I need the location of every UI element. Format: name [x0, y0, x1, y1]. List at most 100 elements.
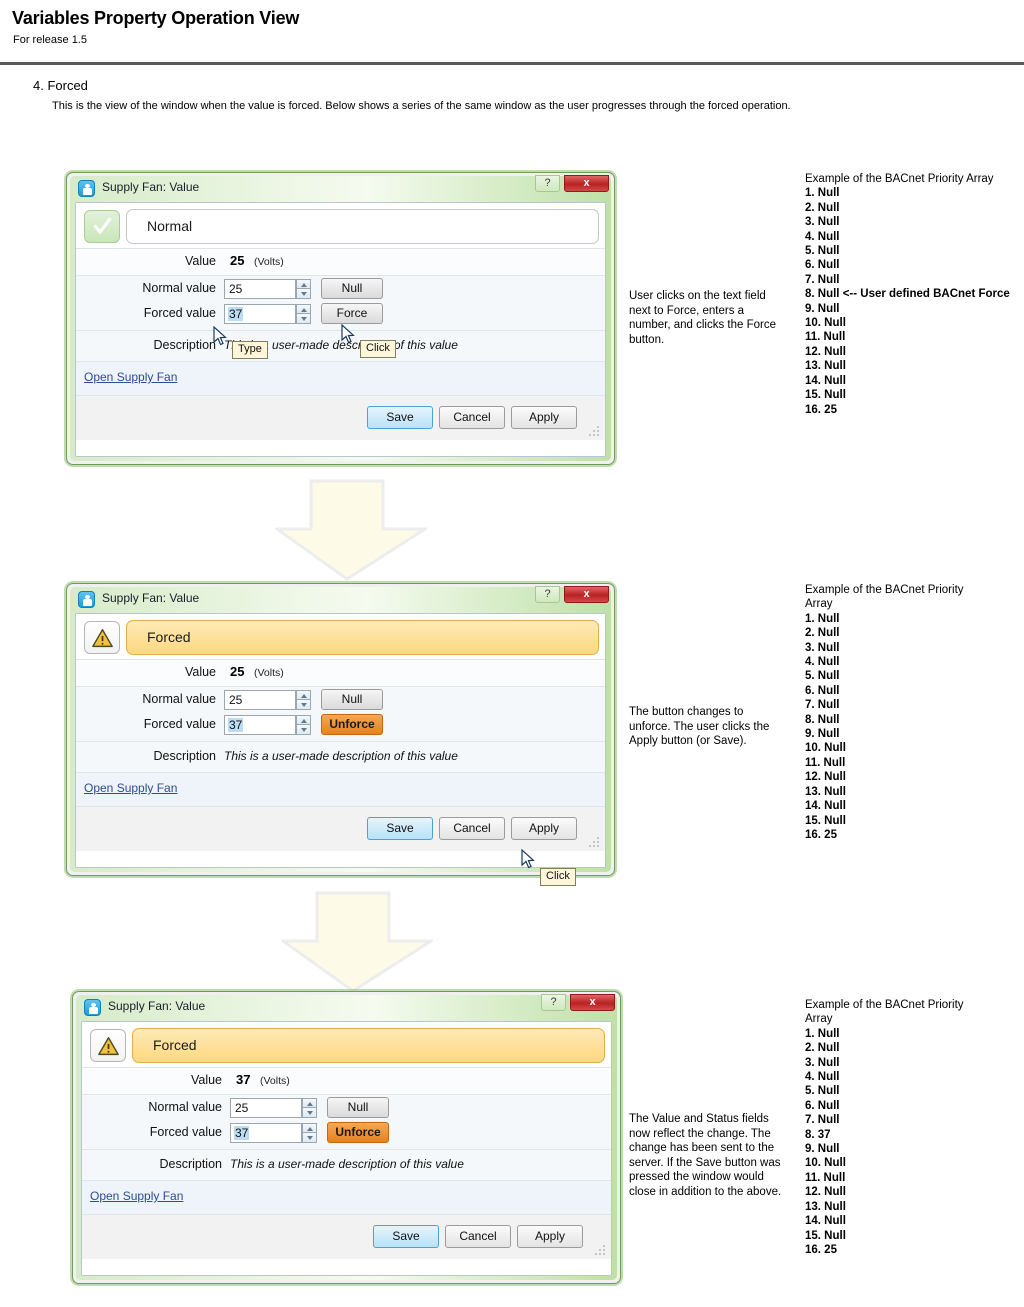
force-button-1[interactable]: Force — [321, 303, 383, 324]
priority-item: 4. Null — [805, 1071, 840, 1084]
help-button[interactable]: ? — [541, 994, 566, 1011]
priority-item: 1. Null — [805, 612, 840, 625]
resize-grip-1[interactable] — [589, 426, 601, 438]
description-label-2: Description — [153, 749, 216, 763]
dialog-normal[interactable]: Supply Fan: Value ? x Normal Value 25 (V… — [66, 172, 615, 465]
value-number-1: 25 — [230, 253, 245, 268]
forced-value-input-2[interactable]: 37 — [224, 715, 296, 735]
stepper-up-icon[interactable] — [296, 690, 311, 700]
titlebar-2[interactable]: Supply Fan: Value ? x — [70, 586, 611, 613]
priority-item: 1. Null — [805, 187, 840, 200]
forced-value-stepper-3[interactable] — [302, 1123, 317, 1143]
stepper-up-icon[interactable] — [302, 1123, 317, 1133]
titlebar-1[interactable]: Supply Fan: Value ? x — [70, 175, 611, 202]
forced-value-text-1: 37 — [228, 307, 244, 321]
save-button-1[interactable]: Save — [367, 406, 433, 429]
fields-1: Normal value 25 Null Forced value 37 For… — [76, 276, 605, 331]
help-button[interactable]: ? — [535, 175, 560, 192]
apply-button-3[interactable]: Apply — [517, 1225, 583, 1248]
value-label-3: Value — [190, 1073, 222, 1087]
unforce-button-3[interactable]: Unforce — [327, 1122, 389, 1143]
priority-item: 13. Null — [805, 360, 846, 373]
resize-grip-2[interactable] — [589, 837, 601, 849]
priority-array-2: Example of the BACnet Priority Array 1. … — [805, 583, 967, 842]
priority-item: 12. Null — [805, 345, 846, 358]
priority-item: 2. Null — [805, 201, 840, 214]
priority-item: 11. Null — [805, 331, 846, 344]
mouse-cursor-click-1 — [341, 324, 355, 344]
status-text-2: Forced — [126, 620, 599, 655]
priority-item: 16. 25 — [805, 1243, 837, 1256]
null-button-3[interactable]: Null — [327, 1097, 389, 1118]
cancel-button-2[interactable]: Cancel — [439, 817, 505, 840]
value-row-1: Value 25 (Volts) — [76, 249, 605, 276]
priority-item: 9. Null — [805, 302, 840, 315]
warning-glyph — [98, 1037, 119, 1056]
stepper-up-icon[interactable] — [296, 279, 311, 289]
apply-button-2[interactable]: Apply — [511, 817, 577, 840]
priority-item: 7. Null — [805, 1114, 840, 1127]
check-glyph — [93, 217, 112, 234]
dialog-forced-applied[interactable]: Supply Fan: Value ? x Forced Value 37 (V… — [72, 991, 621, 1284]
fields-3: Normal value 25 Null Forced value 37 Unf… — [82, 1095, 611, 1150]
cancel-button-3[interactable]: Cancel — [445, 1225, 511, 1248]
stepper-down-icon[interactable] — [296, 700, 311, 710]
priority-item: 11. Null — [805, 756, 846, 769]
forced-value-stepper-2[interactable] — [296, 715, 311, 735]
stepper-down-icon[interactable] — [302, 1133, 317, 1143]
cancel-button-1[interactable]: Cancel — [439, 406, 505, 429]
stepper-down-icon[interactable] — [296, 289, 311, 299]
stepper-down-icon[interactable] — [296, 725, 311, 735]
save-button-3[interactable]: Save — [373, 1225, 439, 1248]
titlebar-3[interactable]: Supply Fan: Value ? x — [76, 994, 617, 1021]
click-tooltip-1: Click — [360, 340, 396, 358]
close-button[interactable]: x — [564, 586, 609, 603]
resize-grip-3[interactable] — [595, 1245, 607, 1257]
value-number-3: 37 — [236, 1072, 251, 1087]
value-label-2: Value — [184, 665, 216, 679]
stepper-down-icon[interactable] — [296, 314, 311, 324]
normal-value-stepper-1[interactable] — [296, 279, 311, 299]
priority-item: 6. Null — [805, 684, 840, 697]
normal-value-stepper-2[interactable] — [296, 690, 311, 710]
window-title: Supply Fan: Value — [102, 180, 200, 194]
normal-value-input-2[interactable]: 25 — [224, 690, 296, 710]
forced-value-input-1[interactable]: 37 — [224, 304, 296, 324]
priority-item: 8. Null <-- User defined BACnet Force — [805, 288, 1010, 301]
open-supply-fan-link-3[interactable]: Open Supply Fan — [90, 1189, 183, 1203]
save-button-2[interactable]: Save — [367, 817, 433, 840]
section-heading: 4. Forced — [33, 78, 88, 93]
forced-value-input-3[interactable]: 37 — [230, 1123, 302, 1143]
null-button-1[interactable]: Null — [321, 278, 383, 299]
null-button-2[interactable]: Null — [321, 689, 383, 710]
stepper-up-icon[interactable] — [296, 304, 311, 314]
value-unit-3: (Volts) — [260, 1075, 290, 1087]
footer-3: Save Cancel Apply — [82, 1215, 611, 1259]
page-title: Variables Property Operation View — [12, 8, 300, 28]
normal-value-input-3[interactable]: 25 — [230, 1098, 302, 1118]
close-button[interactable]: x — [570, 994, 615, 1011]
link-row-2: Open Supply Fan — [76, 773, 605, 807]
open-supply-fan-link-2[interactable]: Open Supply Fan — [84, 781, 177, 795]
priority-item: 5. Null — [805, 670, 840, 683]
open-supply-fan-link-1[interactable]: Open Supply Fan — [84, 370, 177, 384]
apply-button-1[interactable]: Apply — [511, 406, 577, 429]
app-icon — [84, 999, 101, 1016]
close-button[interactable]: x — [564, 175, 609, 192]
normal-value-stepper-3[interactable] — [302, 1098, 317, 1118]
link-row-3: Open Supply Fan — [82, 1181, 611, 1215]
help-button[interactable]: ? — [535, 586, 560, 603]
status-text-1: Normal — [126, 209, 599, 244]
stepper-up-icon[interactable] — [296, 715, 311, 725]
normal-value-input-1[interactable]: 25 — [224, 279, 296, 299]
normal-value-label-3: Normal value — [148, 1100, 222, 1114]
dialog-forced-pending[interactable]: Supply Fan: Value ? x Forced Value 25 (V… — [66, 583, 615, 876]
stepper-up-icon[interactable] — [302, 1098, 317, 1108]
forced-value-stepper-1[interactable] — [296, 304, 311, 324]
mouse-cursor-click-2 — [521, 849, 535, 869]
priority-item: 15. Null — [805, 389, 846, 402]
stepper-down-icon[interactable] — [302, 1108, 317, 1118]
priority-item: 7. Null — [805, 273, 840, 286]
status-row-2: Forced — [76, 614, 605, 660]
unforce-button-2[interactable]: Unforce — [321, 714, 383, 735]
